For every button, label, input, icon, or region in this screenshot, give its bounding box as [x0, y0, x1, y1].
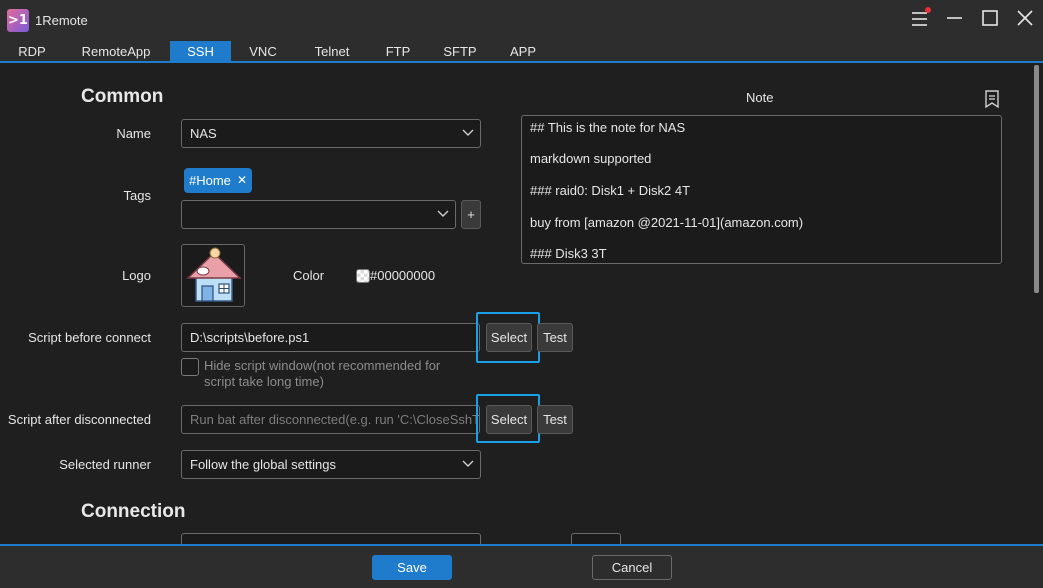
hide-script-window-checkbox[interactable]: [181, 358, 199, 376]
script-after-test-button[interactable]: Test: [537, 405, 573, 434]
color-label: Color: [293, 268, 325, 283]
note-edit-button[interactable]: [982, 89, 1002, 109]
tab-vnc[interactable]: VNC: [240, 41, 286, 62]
hamburger-menu-icon: [912, 7, 931, 26]
cancel-button[interactable]: Cancel: [592, 555, 672, 580]
name-value: NAS: [190, 126, 217, 141]
tab-rdp[interactable]: RDP: [8, 41, 56, 62]
note-line: ### Disk3 3T: [530, 246, 607, 261]
minimize-icon: [947, 17, 962, 19]
note-icon: [985, 90, 999, 109]
tab-telnet[interactable]: Telnet: [305, 41, 359, 62]
remove-tag-icon[interactable]: ✕: [237, 168, 247, 193]
color-value[interactable]: #00000000: [370, 268, 435, 283]
script-before-label: Script before connect: [28, 330, 151, 345]
tags-label: Tags: [123, 188, 151, 203]
section-connection-title: Connection: [81, 501, 186, 522]
note-line: ## This is the note for NAS: [530, 120, 686, 135]
close-button[interactable]: [1010, 6, 1040, 32]
note-title: Note: [746, 90, 774, 105]
house-logo-icon: [186, 247, 242, 302]
tab-ftp[interactable]: FTP: [378, 41, 418, 62]
logo-picker[interactable]: [181, 244, 245, 307]
app-title: 1Remote: [35, 13, 88, 28]
tab-remoteapp[interactable]: RemoteApp: [76, 41, 156, 62]
name-label: Name: [116, 126, 151, 141]
menu-button[interactable]: [905, 6, 935, 32]
logo-label: Logo: [122, 268, 151, 283]
chevron-down-icon: [462, 460, 474, 467]
script-before-select-button[interactable]: Select: [486, 323, 532, 352]
tab-ssh[interactable]: SSH: [170, 41, 231, 62]
title-bar: >1 1Remote: [0, 0, 1043, 40]
script-after-input[interactable]: Run bat after disconnected(e.g. run 'C:\…: [181, 405, 480, 434]
save-button[interactable]: Save: [372, 555, 452, 580]
host-input-partial[interactable]: [181, 533, 481, 544]
hide-script-window-label: Hide script window(not recommended for s…: [204, 358, 441, 389]
vertical-scrollbar[interactable]: [1034, 65, 1039, 293]
footer-bar: [0, 546, 1043, 588]
note-line: ### raid0: Disk1 + Disk2 4T: [530, 183, 691, 198]
color-swatch[interactable]: [356, 269, 370, 283]
runner-select[interactable]: Follow the global settings: [181, 450, 481, 479]
maximize-icon: [982, 10, 998, 26]
runner-label: Selected runner: [59, 457, 151, 472]
note-text-area[interactable]: ## This is the note for NAS markdown sup…: [521, 115, 1002, 264]
port-input-partial[interactable]: [571, 533, 621, 544]
notification-dot: [925, 7, 931, 13]
note-line: buy from [amazon @2021-11-01](amazon.com…: [530, 215, 804, 230]
chevron-down-icon: [462, 129, 474, 136]
script-before-input[interactable]: D:\scripts\before.ps1: [181, 323, 480, 352]
script-after-select-button[interactable]: Select: [486, 405, 532, 434]
runner-value: Follow the global settings: [190, 457, 336, 472]
section-common-title: Common: [81, 86, 164, 107]
close-icon: [1017, 10, 1033, 26]
tab-app[interactable]: APP: [503, 41, 543, 62]
note-line: markdown supported: [530, 151, 652, 166]
add-tag-button[interactable]: +: [461, 200, 481, 229]
protocol-tabs: RDP RemoteApp SSH VNC Telnet FTP SFTP AP…: [0, 40, 1043, 62]
tag-chip-label: #Home: [189, 173, 231, 188]
app-logo: >1: [7, 9, 29, 32]
tab-sftp[interactable]: SFTP: [437, 41, 483, 62]
minimize-button[interactable]: [940, 6, 970, 32]
tag-input[interactable]: [181, 200, 456, 229]
tag-chip-home: #Home ✕: [184, 168, 252, 193]
name-combobox[interactable]: NAS: [181, 119, 481, 148]
chevron-down-icon: [437, 210, 449, 217]
script-after-label: Script after disconnected: [7, 412, 151, 427]
script-before-test-button[interactable]: Test: [537, 323, 573, 352]
maximize-button[interactable]: [975, 6, 1005, 32]
